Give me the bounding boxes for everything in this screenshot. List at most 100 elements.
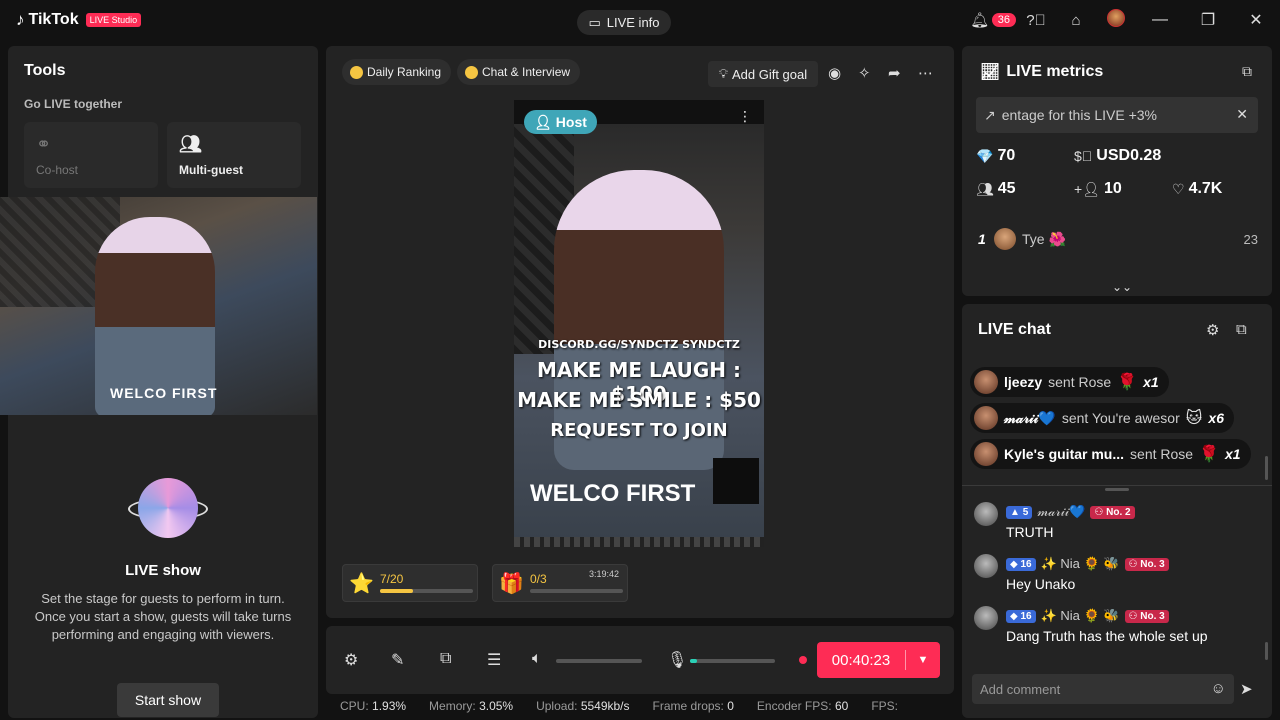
camera-shirt-text: WELCO FIRST — [110, 385, 218, 401]
sparkle-icon[interactable]: ✧ — [858, 64, 871, 82]
rank-badge: ⚇ No. 2 — [1090, 505, 1135, 519]
profile-avatar[interactable] — [1096, 9, 1136, 31]
live-info-button[interactable]: ▭ LIVE info — [577, 10, 671, 35]
frame-drops-value: 0 — [727, 699, 734, 713]
star-icon: ⭐ — [349, 573, 374, 595]
goal-timer: 3:19:42 — [588, 569, 619, 579]
encoder-fps-value: 60 — [834, 699, 849, 713]
popout-icon[interactable]: ⧉ — [1242, 63, 1252, 80]
gift-scrollbar[interactable] — [1265, 456, 1268, 480]
chevron-down-icon[interactable]: ▼ — [906, 654, 940, 666]
volume-slider[interactable] — [556, 659, 642, 663]
home-icon[interactable]: ⌂ — [1056, 12, 1096, 29]
magic-wand-icon[interactable]: ✎ — [391, 650, 404, 670]
avatar — [974, 442, 998, 466]
goal-progress — [380, 589, 413, 593]
avatar — [1107, 9, 1125, 27]
rank-badge: ⚇ No. 3 — [1124, 609, 1169, 623]
expand-chevron-icon[interactable]: ⌄⌄ — [1112, 280, 1132, 294]
resize-handle[interactable] — [1105, 488, 1129, 491]
add-gift-goal-button[interactable]: 💡︎ Add Gift goal — [708, 61, 818, 87]
chat-interview-button[interactable]: Chat & Interview — [457, 59, 581, 85]
close-icon[interactable]: ✕ — [1232, 10, 1280, 30]
rank-badge: ⚇ No. 3 — [1124, 557, 1169, 571]
multiguest-card[interactable]: 👥︎ Multi-guest — [167, 122, 301, 188]
tiktok-note-icon: ♪ — [16, 10, 25, 29]
live-show-title: LIVE show — [125, 562, 201, 579]
diamonds-stat: 💎 70 — [976, 147, 1016, 164]
metrics-title: 📈︎ LIVE metrics — [980, 63, 1104, 81]
viewers-icon: 👥︎ — [976, 180, 994, 197]
live-timer-button[interactable]: 00:40:23 ▼ — [817, 642, 940, 678]
trophy-icon — [350, 65, 363, 79]
avatar — [974, 406, 998, 430]
cpu-value: 1.93% — [372, 699, 407, 713]
camera-preview[interactable]: WELCO FIRST — [0, 197, 317, 415]
maximize-icon[interactable]: ❐ — [1184, 10, 1232, 30]
link-icon: ⚭ — [36, 134, 52, 154]
gift-item: Kyle's guitar mu... sent Rose 🌹 x1 — [970, 439, 1251, 469]
live-show-description: Set the stage for guests to perform in t… — [34, 591, 292, 642]
settings-icon[interactable]: ⚙︎ — [344, 650, 358, 670]
avatar — [974, 606, 998, 630]
overlay-line-3: REQUEST TO JOIN — [550, 420, 728, 441]
username[interactable]: ✨ Nia 🌻 🐝 — [1041, 608, 1120, 624]
gift-item: 𝓂𝒶𝓇𝒾𝒾💙 sent You're awesor 🐱 x6 — [970, 403, 1234, 433]
level-badge: ▲ 5 — [1006, 505, 1033, 519]
tools-title: Tools — [24, 62, 66, 79]
chat-icon — [465, 65, 478, 79]
bulb-icon: 💡︎ — [718, 66, 728, 81]
popout-icon[interactable]: ⧉ — [1236, 321, 1247, 338]
chat-scrollbar[interactable] — [1265, 642, 1268, 660]
start-show-button[interactable]: Start show — [117, 683, 219, 717]
share-icon[interactable]: ➦ — [888, 64, 901, 82]
live-studio-badge: LIVE Studio — [85, 13, 142, 27]
sliders-icon[interactable]: ☰ — [487, 650, 501, 670]
live-video[interactable]: 👤︎ Host ⋮ DISCORD.GG/SYNDCTZ SYNDCTZ MAK… — [514, 100, 764, 547]
users-icon: 👥︎ — [179, 134, 202, 154]
viewers-stat: 👥︎ 45 — [976, 180, 1016, 197]
username[interactable]: 𝓂𝒶𝓇𝒾𝒾💙 — [1037, 504, 1085, 520]
close-icon[interactable]: ✕ — [1236, 106, 1248, 123]
minimize-icon[interactable]: — — [1136, 11, 1184, 29]
gear-icon[interactable]: ⚙︎ — [1206, 321, 1219, 339]
overlay-line-2: MAKE ME SMILE : $50 — [517, 388, 761, 412]
avatar — [994, 228, 1016, 250]
send-icon[interactable]: ➤ — [1240, 680, 1253, 698]
daily-ranking-button[interactable]: Daily Ranking — [342, 59, 452, 85]
live-timer: 00:40:23 — [831, 651, 891, 669]
go-live-together-label: Go LIVE together — [24, 97, 123, 111]
avatar — [974, 554, 998, 578]
speaker-icon[interactable]: 🔈︎ — [532, 650, 542, 668]
username[interactable]: ✨ Nia 🌻 🐝 — [1041, 556, 1120, 572]
disco-ball-icon — [128, 476, 208, 542]
top-gifter-row[interactable]: 1 Tye 🌺 23 — [978, 227, 1258, 251]
screen-share-icon[interactable]: ⧉ — [440, 650, 451, 668]
gift-goal-card[interactable]: 🎁 0/3 3:19:42 — [492, 564, 628, 602]
more-icon[interactable]: ⋯ — [918, 64, 933, 82]
chat-title: LIVE chat — [978, 321, 1051, 338]
live-indicator — [799, 656, 807, 664]
diamond-icon: 💎 — [976, 147, 994, 164]
controls-bar: ⚙︎ ✎ ⧉ ☰ 🔈︎ 🎙︎ 00:40:23 ▼ — [326, 626, 954, 694]
avatar — [974, 502, 998, 526]
emoji-icon[interactable]: ☺ — [1211, 680, 1226, 697]
microphone-icon[interactable]: 🎙︎ — [667, 650, 687, 670]
dollar-icon: $⃝ — [1074, 148, 1093, 164]
rose-icon: 🌹 — [1117, 374, 1138, 391]
help-icon[interactable]: ?⃝ — [1016, 12, 1056, 29]
usd-stat: $⃝ USD0.28 — [1074, 147, 1162, 164]
star-goal-card[interactable]: ⭐ 7/20 — [342, 564, 478, 602]
comment-input[interactable]: Add comment ☺ — [972, 674, 1234, 704]
new-followers-stat: +👤︎ 10 — [1074, 180, 1122, 197]
video-more-icon[interactable]: ⋮ — [738, 108, 752, 125]
heart-icon: ♡ — [1172, 180, 1185, 197]
add-user-icon: +👤︎ — [1074, 180, 1100, 197]
titlebar-actions: 🔔︎ 36 ?⃝ ⌂ — ❐ ✕ — [960, 0, 1280, 40]
stage-panel: Daily Ranking Chat & Interview 💡︎ Add Gi… — [326, 46, 954, 618]
cohost-card[interactable]: ⚭ Co-host — [24, 122, 158, 188]
mic-level-slider[interactable] — [690, 659, 775, 663]
record-icon[interactable]: ◉ — [828, 64, 841, 82]
monitor-icon: ▭ — [588, 14, 601, 30]
title-bar: ♪ TikTok LIVE Studio ▭ LIVE info 🔔︎ 36 ?… — [0, 0, 1280, 42]
